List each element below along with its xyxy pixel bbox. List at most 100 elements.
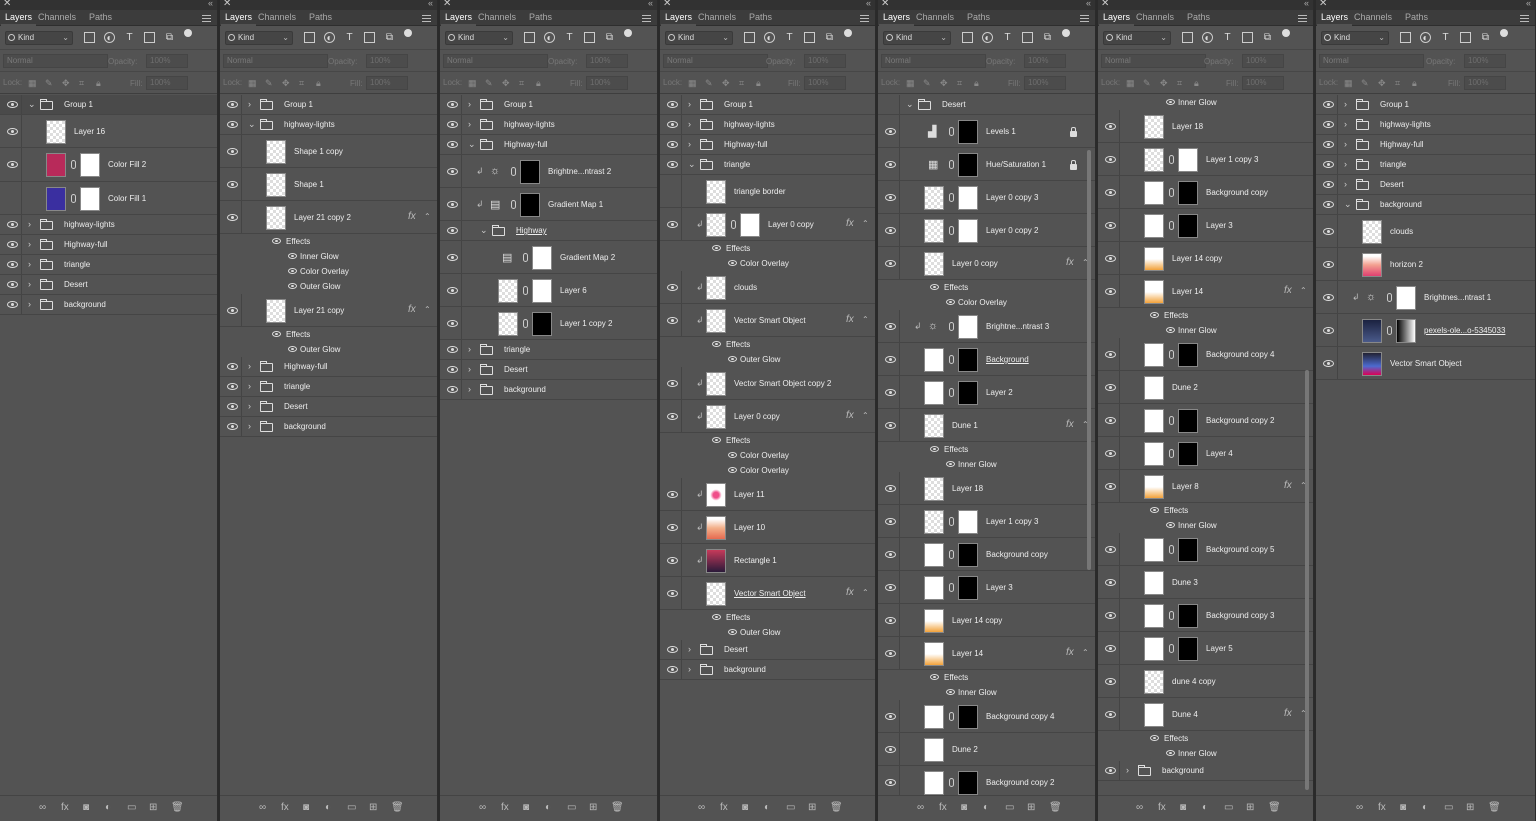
chevron-right-icon[interactable]: › [468,99,471,109]
link-icon[interactable] [1169,350,1174,359]
eye-icon[interactable] [1105,255,1116,262]
layer-row[interactable]: Background copy 2 [1098,404,1313,437]
shape-filter-icon[interactable] [144,32,155,43]
eye-icon[interactable] [7,241,18,248]
fx-icon[interactable]: fx [846,587,854,598]
link-layers-icon[interactable]: ∞ [917,802,924,813]
layer-row[interactable]: Layer 3 [878,571,1095,604]
effect-row[interactable]: Color Overlay [660,448,875,463]
visibility-cell[interactable] [1098,761,1120,780]
new-adjustment-icon[interactable]: ◐ [1422,802,1428,813]
eye-icon[interactable] [712,437,721,443]
eye-icon[interactable] [1105,678,1116,685]
chevron-right-icon[interactable]: › [28,259,31,269]
link-icon[interactable] [949,160,954,169]
layer-group-row[interactable]: ⌄ highway-lights [220,115,437,135]
collapse-icon[interactable]: « [1526,0,1531,8]
chevron-right-icon[interactable]: › [28,219,31,229]
layer-row[interactable]: Layer 0 copy fx ⌃ [878,247,1095,280]
blend-mode-select[interactable]: Normal [1101,54,1206,68]
lock-position-icon[interactable]: ✥ [1160,78,1168,89]
lock-all-icon[interactable]: 🔒︎ [536,78,541,89]
shape-filter-icon[interactable] [1022,32,1033,43]
opacity-field[interactable]: 100% [1024,54,1066,68]
eye-icon[interactable] [447,168,458,175]
chevron-down-icon[interactable]: ⌄ [1344,199,1352,210]
layer-mask-thumbnail[interactable] [520,160,540,184]
layer-group-row[interactable]: › triangle [220,377,437,397]
link-icon[interactable] [949,193,954,202]
layer-group-row[interactable]: › Highway-full [220,357,437,377]
chevron-right-icon[interactable]: › [1344,159,1347,169]
fx-icon[interactable]: fx [1284,708,1292,719]
smart-object-filter-icon[interactable]: ⧉ [164,32,175,43]
lock-artboard-icon[interactable]: ⌗ [1177,78,1182,89]
eye-icon[interactable] [1323,201,1334,208]
type-filter-icon[interactable]: T [784,32,795,43]
eye-icon[interactable] [885,551,896,558]
layer-group-row[interactable]: › triangle [440,340,657,360]
eye-icon[interactable] [712,245,721,251]
shape-filter-icon[interactable] [364,32,375,43]
eye-icon[interactable] [712,341,721,347]
visibility-cell[interactable] [878,538,900,570]
kind-filter-select[interactable]: Kind ⌄ [445,31,513,45]
link-icon[interactable] [949,322,954,331]
shape-filter-icon[interactable] [584,32,595,43]
layer-row[interactable]: Layer 14 copy [878,604,1095,637]
chevron-right-icon[interactable]: › [28,279,31,289]
shape-filter-icon[interactable] [1460,32,1471,43]
chevron-right-icon[interactable]: › [248,421,251,431]
visibility-cell[interactable] [220,135,242,167]
layer-mask-thumbnail[interactable] [958,771,978,795]
eye-icon[interactable] [667,101,678,108]
eye-icon[interactable] [667,380,678,387]
chevron-right-icon[interactable]: › [468,119,471,129]
fx-icon[interactable]: fx [846,218,854,229]
new-layer-icon[interactable]: ⊞ [1466,802,1474,813]
layer-group-row[interactable]: ⌄ triangle [660,155,875,175]
link-icon[interactable] [1169,221,1174,230]
link-layers-icon[interactable]: ∞ [39,802,46,813]
new-group-icon[interactable]: ▭ [567,802,576,813]
eye-icon[interactable] [667,284,678,291]
chevron-right-icon[interactable]: › [248,381,251,391]
layer-mask-thumbnail[interactable] [958,315,978,339]
panel-menu-icon[interactable] [202,15,211,22]
layer-group-row[interactable]: › Group 1 [220,95,437,115]
new-adjustment-icon[interactable]: ◐ [325,802,331,813]
visibility-cell[interactable] [878,505,900,537]
new-layer-icon[interactable]: ⊞ [808,802,816,813]
eye-icon[interactable] [667,491,678,498]
tab-layers[interactable]: Layers [440,12,477,26]
layer-row[interactable]: Layer 18 [1098,110,1313,143]
layer-row[interactable]: Background copy 5 [1098,533,1313,566]
chevron-right-icon[interactable]: › [688,139,691,149]
pixel-filter-icon[interactable] [744,32,755,43]
lock-all-icon[interactable]: 🔒︎ [756,78,761,89]
link-layers-icon[interactable]: ∞ [1136,802,1143,813]
adjustment-filter-icon[interactable]: ◐ [1202,32,1213,44]
eye-icon[interactable] [1323,360,1334,367]
layer-row[interactable]: ↲ ☼ Brightne...ntrast 2 [440,155,657,188]
eye-icon[interactable] [1166,750,1175,756]
kind-filter-select[interactable]: Kind ⌄ [665,31,733,45]
eye-icon[interactable] [1105,579,1116,586]
lock-artboard-icon[interactable]: ⌗ [299,78,304,89]
add-style-icon[interactable]: fx [1158,802,1166,813]
link-icon[interactable] [511,167,516,176]
layer-group-row[interactable]: › Desert [220,397,437,417]
link-icon[interactable] [949,388,954,397]
eye-icon[interactable] [712,614,721,620]
lock-all-icon[interactable]: 🔒︎ [316,78,321,89]
visibility-cell[interactable] [1316,175,1338,194]
link-icon[interactable] [949,712,954,721]
layer-group-row[interactable]: › Group 1 [440,95,657,115]
delete-layer-icon[interactable]: 🗑︎ [391,802,404,813]
visibility-cell[interactable] [1098,470,1120,502]
layer-row[interactable]: ▦ Hue/Saturation 1 [878,148,1095,181]
link-icon[interactable] [949,355,954,364]
chevron-down-icon[interactable]: ⌄ [28,99,36,110]
eye-icon[interactable] [227,101,238,108]
lock-position-icon[interactable]: ✥ [62,78,70,89]
